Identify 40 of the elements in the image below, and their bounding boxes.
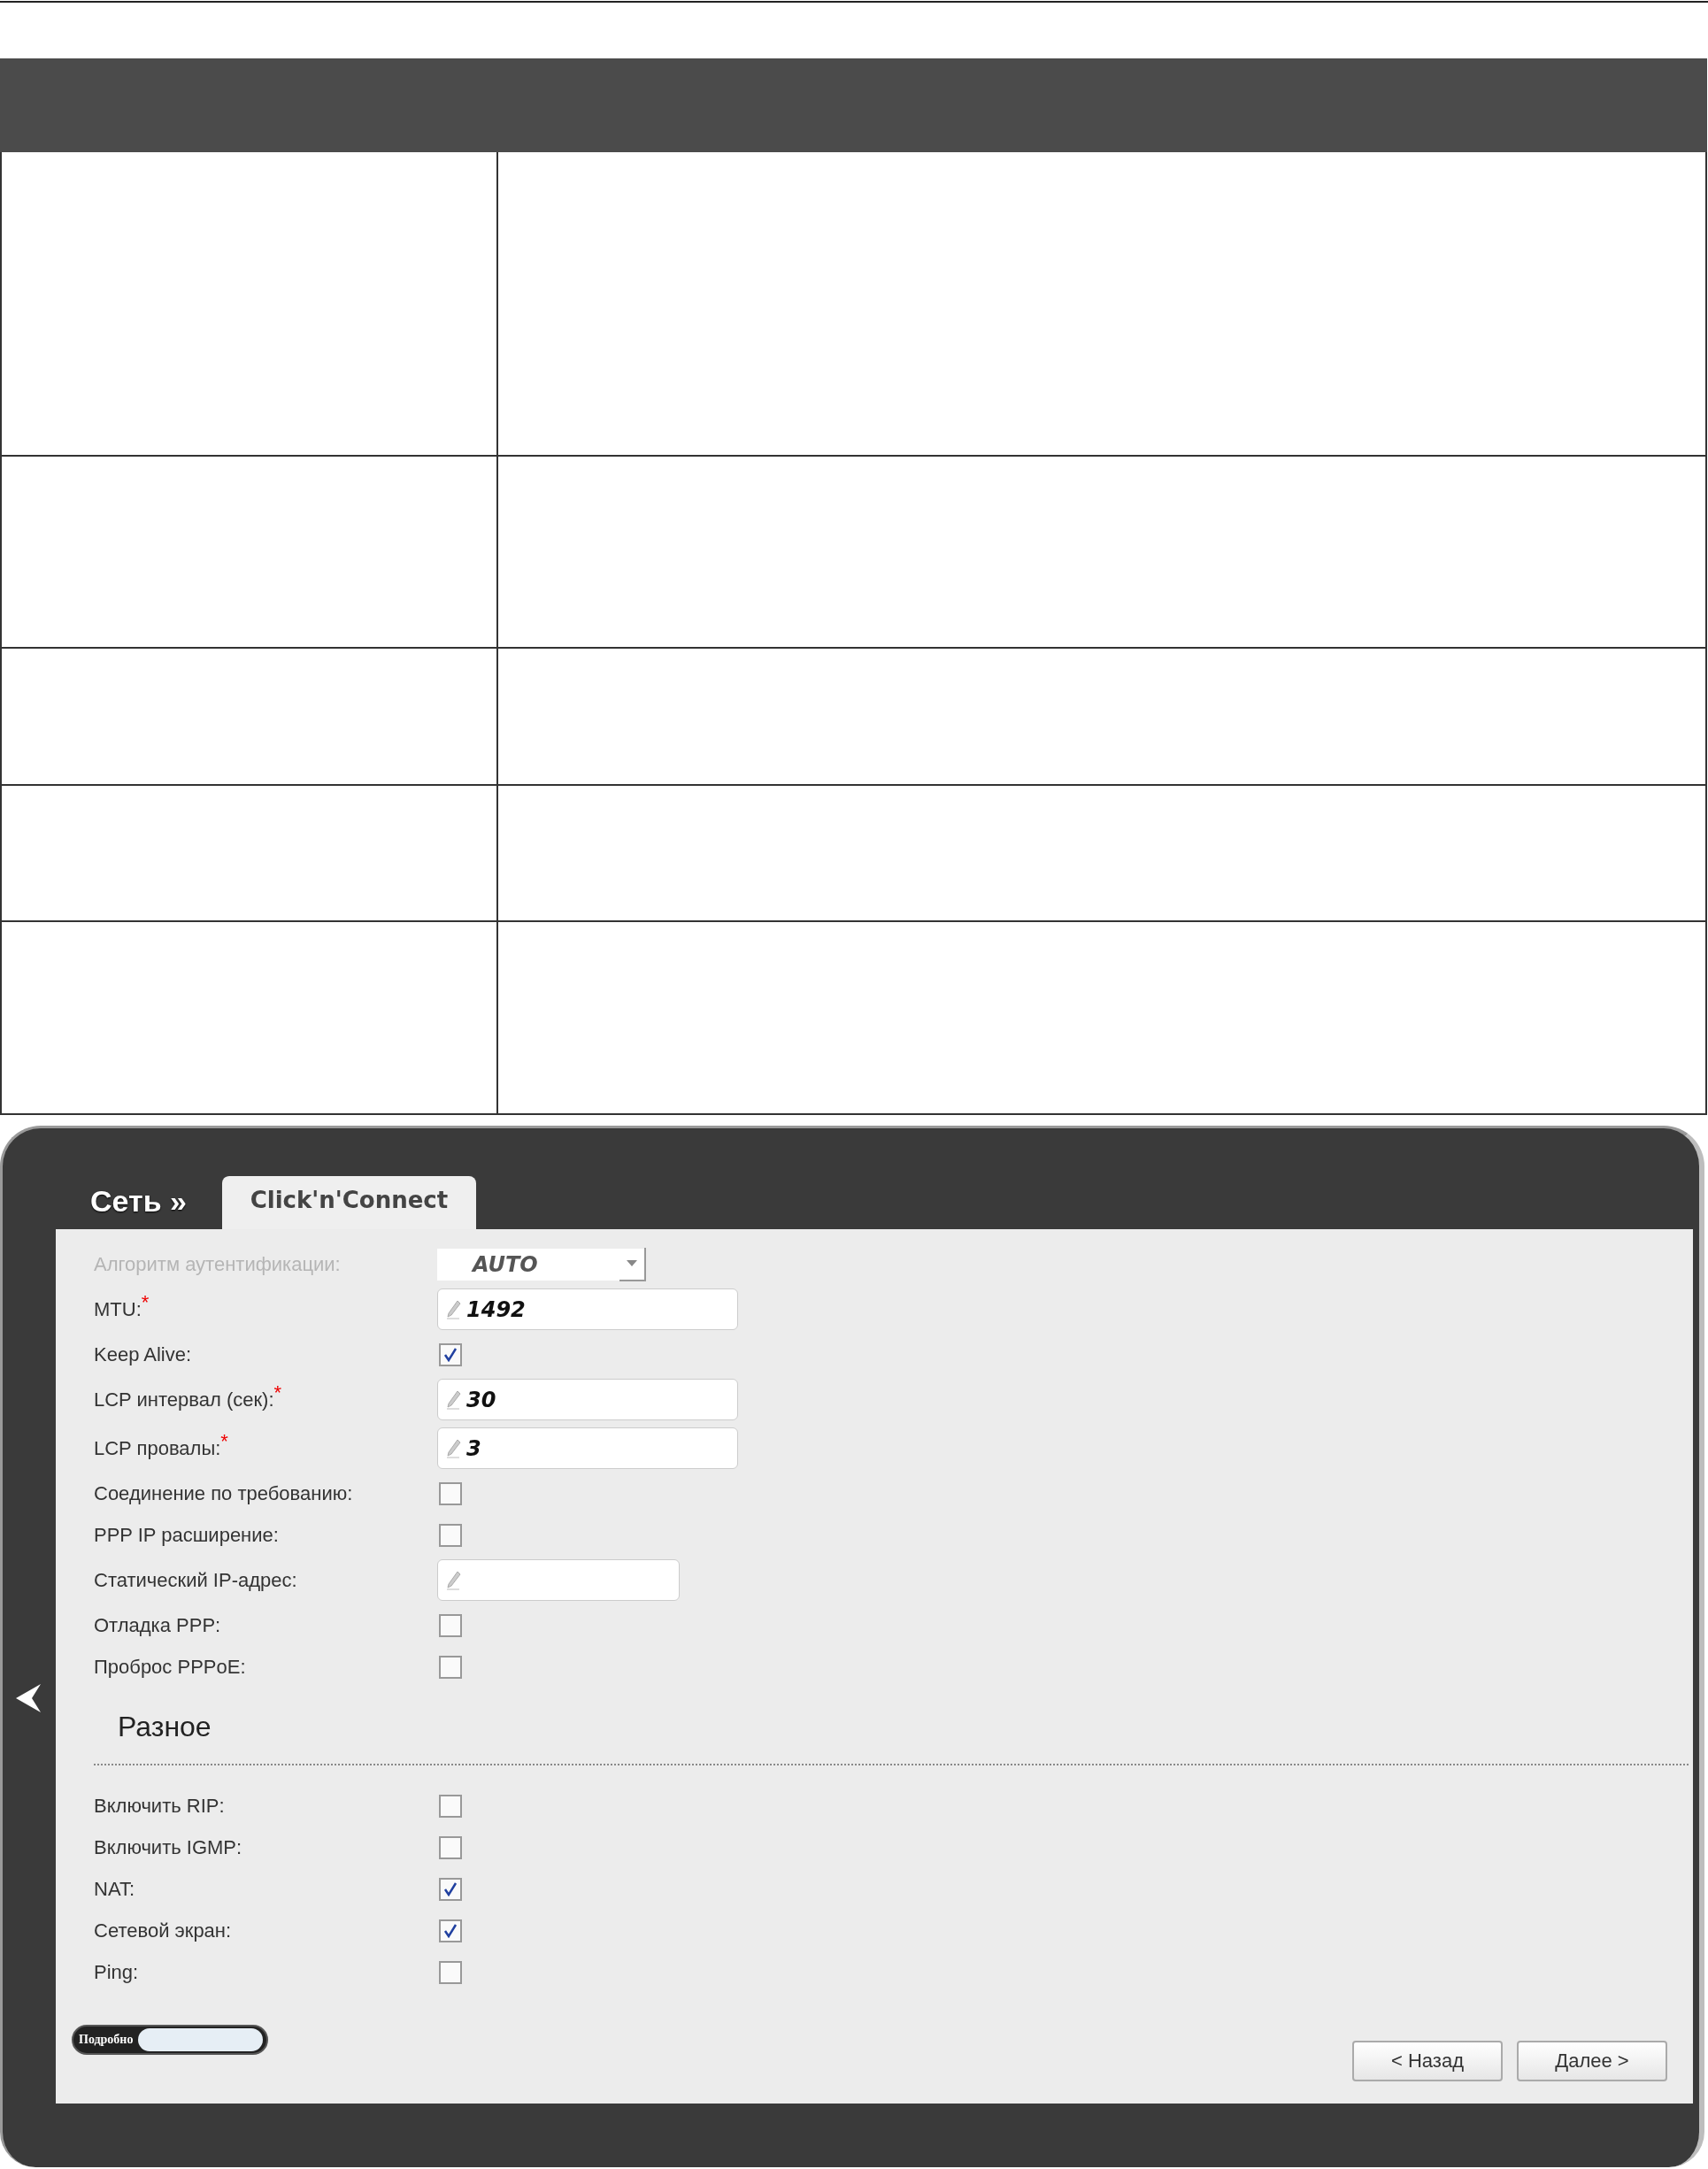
- checkbox[interactable]: [439, 1835, 462, 1859]
- input-field[interactable]: [437, 1559, 680, 1601]
- field-label: Ping:: [94, 1960, 140, 1984]
- details-toggle[interactable]: Подробно: [72, 2025, 268, 2055]
- field-label: Включить RIP:: [94, 1794, 226, 1818]
- pencil-icon: [447, 1438, 461, 1458]
- checkbox[interactable]: [439, 1655, 462, 1679]
- field-label: Статический IP-адрес:: [94, 1568, 298, 1592]
- input-field[interactable]: 1492: [437, 1288, 738, 1330]
- checkbox[interactable]: [439, 1613, 462, 1637]
- checkbox[interactable]: [439, 1919, 462, 1942]
- caret-icon: [627, 1259, 637, 1267]
- pencil-icon: [447, 1299, 461, 1319]
- nav-button[interactable]: Далее >: [1517, 2041, 1667, 2081]
- tab[interactable]: Click'n'Connect: [221, 1176, 476, 1229]
- field-label: Keep Alive:: [94, 1342, 193, 1366]
- back-arrow-icon[interactable]: [16, 1684, 42, 1712]
- input-field[interactable]: 3: [437, 1427, 738, 1469]
- field-label: Проброс PPPoE:: [94, 1655, 247, 1679]
- field-label: Сетевой экран:: [94, 1919, 233, 1942]
- checkbox[interactable]: [439, 1523, 462, 1547]
- checkbox[interactable]: [439, 1481, 462, 1505]
- checkmark-icon: [443, 1881, 458, 1896]
- field-label: Включить IGMP:: [94, 1835, 243, 1859]
- checkbox[interactable]: [439, 1342, 462, 1366]
- nav-button[interactable]: < Назад: [1352, 2041, 1503, 2081]
- field-label: Соединение по требованию:: [94, 1481, 354, 1505]
- pencil-icon: [447, 1389, 461, 1410]
- pencil-icon: [447, 1570, 461, 1590]
- field-label: NAT:: [94, 1877, 136, 1901]
- checkmark-icon: [443, 1923, 458, 1938]
- checkbox[interactable]: [439, 1794, 462, 1818]
- section-heading: Разное: [118, 1711, 212, 1743]
- checkbox[interactable]: [439, 1960, 462, 1984]
- field-label: PPP IP расширение:: [94, 1523, 280, 1547]
- input-field[interactable]: 30: [437, 1379, 738, 1420]
- checkbox[interactable]: [439, 1877, 462, 1901]
- field-label: Отладка PPP:: [94, 1613, 222, 1637]
- checkmark-icon: [443, 1347, 458, 1362]
- breadcrumb: Сеть »: [90, 1184, 187, 1219]
